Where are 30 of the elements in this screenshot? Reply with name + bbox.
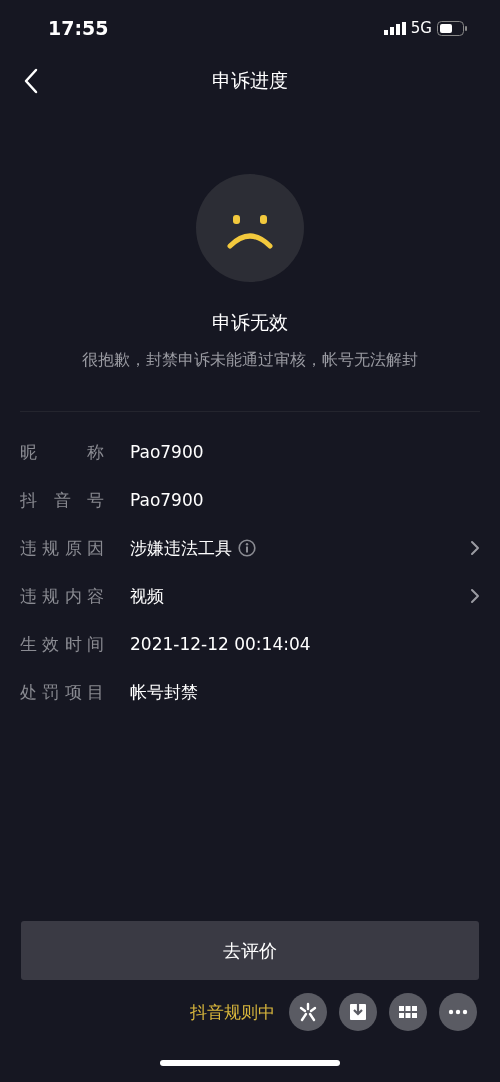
detail-value: 涉嫌违法工具 [130,536,232,560]
battery-icon [437,20,467,36]
network-label: 5G [410,19,432,37]
detail-value: Pao7900 [130,442,204,462]
result-message: 很抱歉，封禁申诉未能通过审核，帐号无法解封 [82,350,418,371]
more-button[interactable] [439,993,477,1031]
detail-label: 违规原因 [20,536,104,560]
detail-label: 处罚项目 [20,680,104,704]
detail-label: 违规内容 [20,584,104,608]
rate-button[interactable]: 去评价 [21,921,479,980]
detail-label: 生效时间 [20,632,104,656]
rules-link[interactable]: 抖音规则中 [190,1000,275,1024]
detail-value: 帐号封禁 [130,680,198,704]
chevron-icon[interactable] [470,540,480,556]
detail-value: 2021-12-12 00:14:04 [130,634,311,654]
back-icon[interactable] [24,68,38,94]
info-icon[interactable] [238,539,256,557]
signal-icon [383,21,406,35]
detail-label: 抖音号 [20,488,104,512]
status-time: 17:55 [48,17,109,39]
chevron-icon[interactable] [470,588,480,604]
detail-value: Pao7900 [130,490,204,510]
result-title: 申诉无效 [212,310,288,335]
detail-value: 视频 [130,584,164,608]
sad-face-icon [196,174,304,282]
grid-button[interactable] [389,993,427,1031]
download-button[interactable] [339,993,377,1031]
detail-label: 昵称 [20,440,104,464]
page-title: 申诉进度 [212,68,288,93]
sparkle-button[interactable] [289,993,327,1031]
